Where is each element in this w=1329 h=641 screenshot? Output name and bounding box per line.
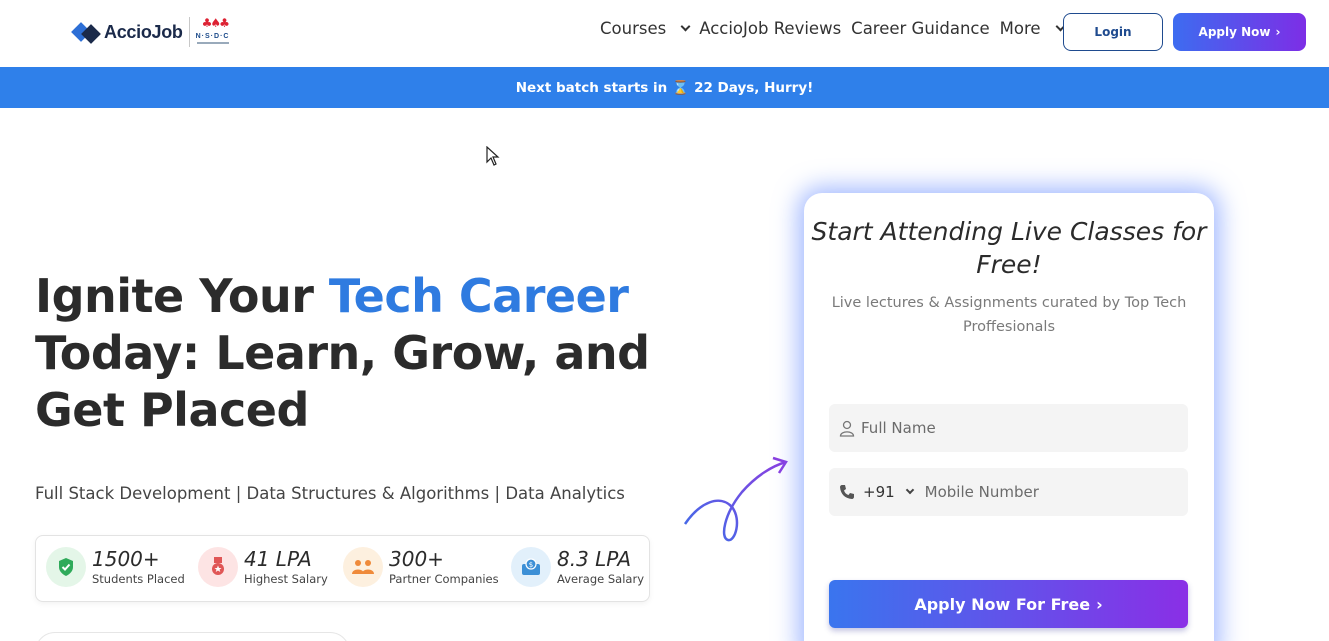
chevron-right-icon: › [1096,594,1103,614]
apply-now-label: Apply Now [1198,25,1271,39]
user-icon [839,420,855,437]
banner-suffix: 22 Days, Hurry! [694,79,814,96]
hero-title-part1: Ignite Your [35,269,329,323]
chevron-down-icon [680,21,691,32]
nav-item-courses[interactable]: Courses [600,19,691,38]
stat-label: Highest Salary [244,572,328,586]
hero-title-part2: Today: Learn, Grow, and Get Placed [35,326,650,437]
logo-divider [188,17,190,47]
stat-label: Average Salary [557,572,645,586]
chevron-right-icon: › [1275,25,1281,39]
nav-item-label: Courses [600,19,667,38]
mobile-number-placeholder: Mobile Number [924,483,1039,501]
hero-subline: Full Stack Development | Data Structures… [35,484,625,503]
stats-bar: 1500+ Students Placed 41 LPA Highest Sal… [35,535,650,602]
apply-now-button[interactable]: Apply Now › [1173,13,1306,51]
next-section-card [35,632,350,641]
shield-check-icon [46,547,86,587]
svg-text:$: $ [529,561,533,569]
submit-label: Apply Now For Free [914,594,1091,614]
signup-form-card: Start Attending Live Classes for Free! L… [804,193,1214,641]
swirl-arrow-icon [683,456,788,542]
nav-item-label: More [999,19,1041,38]
chevron-down-icon[interactable] [905,485,914,495]
logo-text: AccioJob [104,21,183,42]
stat-average-salary: $ 8.3 LPA Average Salary [511,547,644,587]
hero-title: Ignite Your Tech Career Today: Learn, Gr… [35,268,655,439]
navbar: AccioJob ♣♠♣ N·S·D·C Courses AccioJob Re… [0,0,1329,67]
login-button[interactable]: Login [1063,13,1163,51]
people-icon [343,547,383,587]
country-code[interactable]: +91 [863,483,895,501]
mobile-number-field[interactable]: +91 Mobile Number [829,468,1188,516]
mouse-cursor-icon [486,146,500,166]
nav-item-label: AccioJob Reviews [699,19,842,38]
batch-banner: Next batch starts in ⌛ 22 Days, Hurry! [0,67,1329,108]
nav-menu: Courses AccioJob Reviews Career Guidance… [600,19,1074,38]
brand-logo[interactable]: AccioJob ♣♠♣ N·S·D·C [71,16,230,48]
hero-title-accent: Tech Career [328,269,629,323]
stat-label: Partner Companies [389,572,499,586]
stat-value: 8.3 LPA [557,547,632,571]
stat-label: Students Placed [92,572,185,586]
phone-icon [840,485,854,499]
hourglass-icon: ⌛ [672,79,690,96]
nav-item-reviews[interactable]: AccioJob Reviews [699,19,841,38]
stat-students-placed: 1500+ Students Placed [46,547,185,587]
nav-item-label: Career Guidance [851,19,990,38]
page: AccioJob ♣♠♣ N·S·D·C Courses AccioJob Re… [0,0,1329,641]
nav-item-more[interactable]: More [999,19,1066,38]
full-name-field[interactable]: Full Name [829,404,1188,452]
nsdc-label: N·S·D·C [195,33,230,40]
stat-value: 1500+ [92,547,160,571]
stat-partner-companies: 300+ Partner Companies [343,547,499,587]
salary-box-icon: $ [511,547,551,587]
stat-value: 41 LPA [244,547,312,571]
acciojob-logo-icon [71,19,102,45]
nav-item-career-guidance[interactable]: Career Guidance [851,19,989,38]
stat-highest-salary: 41 LPA Highest Salary [198,547,328,587]
nsdc-logo-icon: ♣♠♣ N·S·D·C [196,16,230,48]
banner-prefix: Next batch starts in [515,79,668,96]
stat-value: 300+ [389,547,444,571]
apply-now-for-free-button[interactable]: Apply Now For Free › [829,580,1188,628]
form-subtitle: Live lectures & Assignments curated by T… [831,295,1187,335]
form-title: Start Attending Live Classes for Free! [811,217,1207,279]
medal-icon [198,547,238,587]
full-name-placeholder: Full Name [861,419,936,437]
